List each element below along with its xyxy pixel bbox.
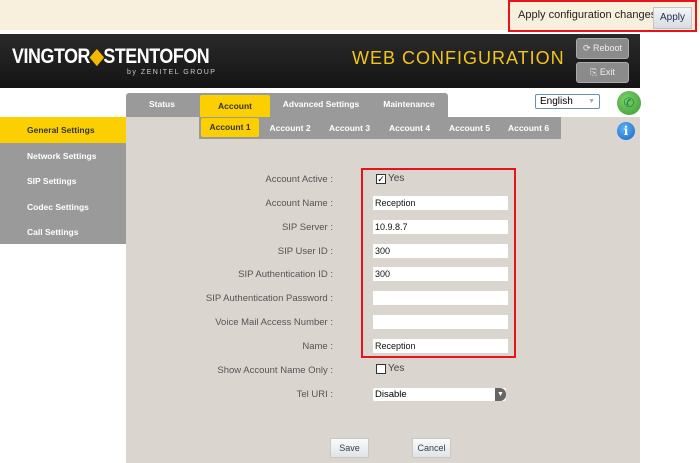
logo-right: STENTOFON	[103, 45, 210, 68]
language-select[interactable]: English ▼	[535, 94, 600, 109]
reboot-label: Reboot	[593, 43, 623, 53]
sip-server-label: SIP Server :	[281, 222, 333, 233]
exit-icon: ⎘	[590, 67, 600, 77]
page-title: WEB CONFIGURATION	[352, 48, 565, 68]
exit-label: Exit	[599, 67, 615, 77]
sidebar-item-general-settings[interactable]: General Settings	[0, 117, 126, 143]
sip-user-id-label: SIP User ID :	[277, 246, 333, 257]
show-account-name-only-label: Show Account Name Only :	[217, 365, 333, 376]
tab-advanced-settings[interactable]: Advanced Settings	[272, 93, 370, 117]
tab-account-2[interactable]: Account 2	[261, 117, 319, 139]
sip-auth-id-label: SIP Authentication ID :	[238, 269, 333, 280]
name-label: Name :	[302, 341, 333, 352]
reboot-icon: ⟳	[582, 43, 593, 53]
chevron-down-icon: ▼	[495, 388, 506, 401]
exit-button[interactable]: ⎘ Exit	[576, 62, 629, 83]
info-icon[interactable]: i	[617, 122, 635, 140]
tab-account-1[interactable]: Account 1	[201, 118, 259, 137]
voicemail-number-label: Voice Mail Access Number :	[215, 317, 333, 328]
tel-uri-select[interactable]: Disable ▼	[373, 388, 506, 401]
sidebar-item-network-settings[interactable]: Network Settings	[0, 143, 126, 169]
show-account-name-only-checkbox[interactable]	[376, 364, 386, 374]
chevron-down-icon: ▼	[588, 98, 595, 105]
reboot-button[interactable]: ⟳ Reboot	[576, 38, 629, 59]
apply-message: Apply configuration changes.	[518, 9, 660, 21]
tab-account-6[interactable]: Account 6	[499, 117, 558, 139]
tab-maintenance[interactable]: Maintenance	[370, 93, 448, 117]
apply-button[interactable]: Apply	[653, 7, 692, 29]
cancel-button[interactable]: Cancel	[412, 438, 451, 458]
tab-account-4[interactable]: Account 4	[380, 117, 439, 139]
logo-subtitle: by ZENITEL GROUP	[127, 69, 217, 76]
logo-left: VINGTOR	[12, 45, 91, 68]
logo-mark-icon: ◆	[90, 45, 104, 68]
tab-account[interactable]: Account	[200, 95, 270, 117]
highlight-box-fields	[361, 168, 516, 358]
phone-icon[interactable]: ✆	[617, 91, 641, 115]
tab-account-3[interactable]: Account 3	[320, 117, 379, 139]
account-name-label: Account Name :	[265, 198, 333, 209]
account-active-label: Account Active :	[265, 174, 333, 185]
tel-uri-label: Tel URI :	[296, 389, 333, 400]
sip-auth-password-label: SIP Authentication Password :	[205, 293, 333, 304]
tab-status[interactable]: Status	[126, 93, 198, 117]
language-value: English	[540, 96, 573, 107]
tel-uri-value: Disable	[375, 389, 407, 400]
logo: VINGTOR◆STENTOFON	[12, 44, 210, 69]
tab-account-5[interactable]: Account 5	[440, 117, 499, 139]
save-button[interactable]: Save	[330, 438, 369, 458]
show-account-name-only-text: Yes	[388, 363, 405, 374]
